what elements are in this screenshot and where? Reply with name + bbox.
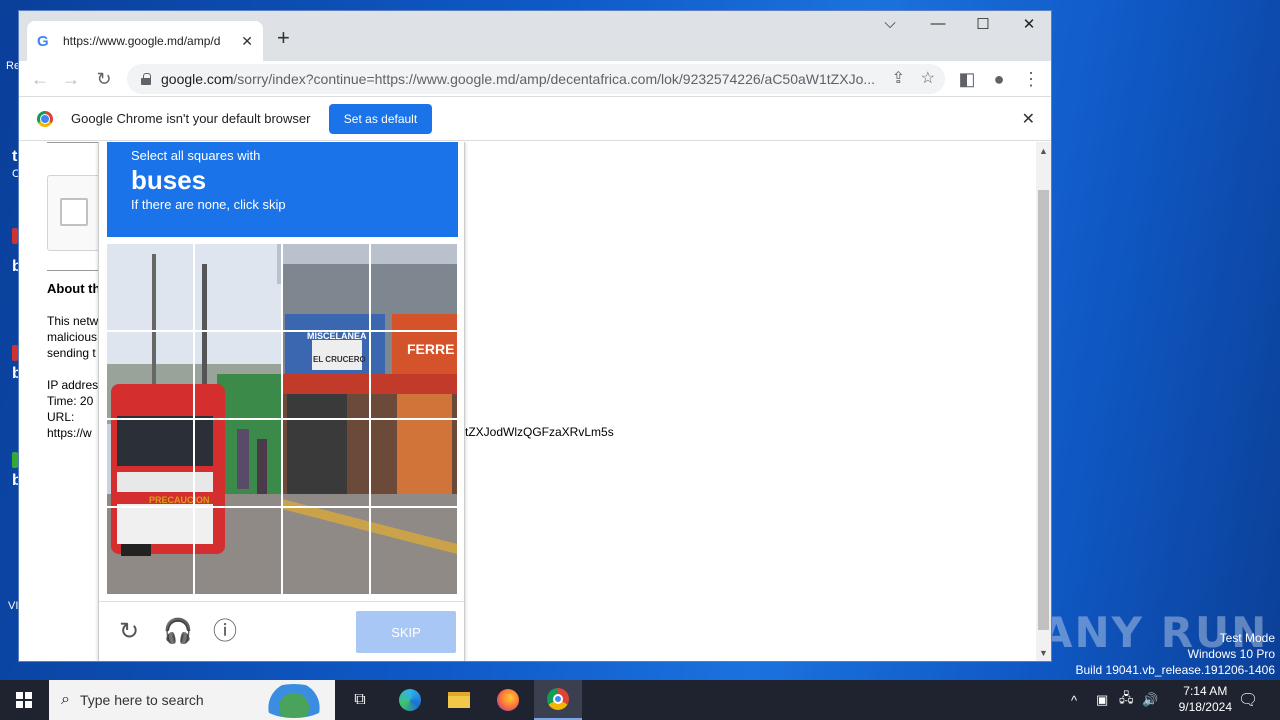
url-value-start: https://w — [47, 426, 92, 440]
firefox-icon[interactable] — [484, 680, 532, 720]
grid-tile[interactable] — [195, 420, 281, 506]
browser-toolbar: ← → ↻ google.com/sorry/index?continue=ht… — [19, 61, 1051, 97]
time-label: Time: 20 — [47, 394, 94, 408]
volume-icon[interactable]: 🔊 — [1142, 680, 1158, 720]
forward-button[interactable]: → — [59, 67, 83, 91]
side-panel-icon[interactable]: ◧ — [955, 67, 979, 91]
bookmark-star-icon[interactable]: ☆ — [921, 68, 935, 88]
google-favicon-icon: G — [37, 32, 49, 50]
grid-tile[interactable] — [107, 332, 193, 418]
grid-tile[interactable] — [107, 244, 193, 330]
grid-tile[interactable] — [107, 420, 193, 506]
file-explorer-icon[interactable] — [435, 680, 483, 720]
about-heading: About th — [47, 281, 101, 296]
infobar-message: Google Chrome isn't your default browser — [71, 111, 311, 126]
network-icon[interactable]: 🖧 — [1119, 680, 1134, 720]
grid-tile[interactable] — [283, 244, 369, 330]
watermark-edition: Windows 10 Pro — [1187, 647, 1275, 661]
close-window-button[interactable]: ✕ — [1014, 15, 1044, 33]
grid-tile[interactable] — [195, 332, 281, 418]
url-path: /sorry/index?continue=https://www.google… — [233, 71, 875, 87]
windows-logo-icon — [16, 692, 32, 708]
taskbar-search-box[interactable]: ⌕ Type here to search — [49, 680, 335, 720]
menu-kebab-icon[interactable]: ⋮ — [1019, 67, 1043, 91]
windows-taskbar: ⌕ Type here to search ⧉ ^ ▣ 🖧 🔊 7:14 AM … — [0, 680, 1280, 720]
taskbar-clock[interactable]: 7:14 AM 9/18/2024 — [1179, 683, 1232, 715]
challenge-target: buses — [131, 165, 207, 195]
about-paragraph-line: malicious — [47, 330, 98, 344]
reload-button[interactable]: ↻ — [92, 67, 116, 91]
scroll-down-arrow-icon[interactable]: ▼ — [1039, 648, 1048, 658]
skip-button[interactable]: SKIP — [356, 611, 456, 653]
grid-tile[interactable] — [371, 420, 457, 506]
tab-title: https://www.google.md/amp/d — [63, 34, 221, 48]
grid-tile[interactable] — [371, 508, 457, 594]
windows-watermark: Test Mode Windows 10 Pro Build 19041.vb_… — [1076, 630, 1276, 678]
edge-icon[interactable] — [386, 680, 434, 720]
infobar-close-icon[interactable]: ✕ — [1022, 109, 1035, 129]
search-highlight-illustration-icon — [259, 684, 329, 718]
chrome-logo-icon — [37, 111, 53, 127]
grid-tile[interactable] — [195, 244, 281, 330]
url-text[interactable]: google.com/sorry/index?continue=https://… — [161, 71, 875, 87]
url-domain: google.com — [161, 71, 234, 87]
show-hidden-icons-icon[interactable]: ^ — [1071, 680, 1077, 720]
new-tab-button[interactable]: + — [277, 25, 290, 51]
address-bar[interactable]: google.com/sorry/index?continue=https://… — [127, 64, 945, 94]
challenge-hint: If there are none, click skip — [131, 197, 286, 212]
url-value-tail: tZXJodWlzQGFzaXRvLm5s — [465, 425, 614, 439]
task-view-icon[interactable]: ⧉ — [336, 680, 384, 720]
search-icon: ⌕ — [61, 691, 70, 708]
reload-challenge-icon[interactable]: ↻ — [115, 618, 143, 646]
scrollbar-thumb[interactable] — [1038, 190, 1049, 630]
share-icon[interactable]: ⇪ — [892, 68, 905, 88]
grid-tile[interactable] — [371, 244, 457, 330]
info-icon[interactable]: ⓘ — [211, 618, 239, 646]
profile-avatar-icon[interactable]: ● — [987, 67, 1011, 91]
back-button[interactable]: ← — [28, 67, 52, 91]
title-bar: G https://www.google.md/amp/d ✕ + ⌵ — ☐ … — [19, 11, 1051, 61]
grid-tile[interactable] — [283, 508, 369, 594]
set-as-default-button[interactable]: Set as default — [329, 104, 432, 134]
challenge-header: Select all squares with buses If there a… — [107, 142, 458, 237]
default-browser-infobar: Google Chrome isn't your default browser… — [19, 97, 1051, 141]
chrome-taskbar-icon[interactable] — [534, 680, 582, 720]
grid-tile[interactable] — [371, 332, 457, 418]
watermark-build: Build 19041.vb_release.191206-1406 — [1075, 663, 1276, 677]
browser-tab[interactable]: G https://www.google.md/amp/d ✕ — [27, 21, 263, 61]
grid-tile[interactable] — [195, 508, 281, 594]
minimize-button[interactable]: — — [923, 15, 953, 32]
recaptcha-checkbox[interactable] — [60, 198, 88, 226]
lock-icon[interactable] — [141, 73, 151, 85]
device-icon[interactable]: ▣ — [1096, 680, 1108, 720]
scroll-up-arrow-icon[interactable]: ▲ — [1039, 146, 1048, 156]
challenge-grid — [107, 244, 457, 594]
url-label: URL: — [47, 410, 75, 424]
audio-challenge-icon[interactable]: 🎧 — [163, 618, 193, 646]
notifications-icon[interactable]: 🗨 — [1238, 680, 1258, 720]
recaptcha-challenge-popup: Select all squares with buses If there a… — [98, 142, 465, 661]
divider — [99, 601, 464, 602]
about-paragraph-line: This netw — [47, 314, 99, 328]
grid-tile[interactable] — [283, 420, 369, 506]
desktop-label-fragment: VI — [8, 600, 19, 612]
maximize-button[interactable]: ☐ — [968, 15, 998, 33]
chrome-window: G https://www.google.md/amp/d ✕ + ⌵ — ☐ … — [18, 10, 1052, 662]
grid-tile[interactable] — [107, 508, 193, 594]
desktop-icons-strip: Re t C b b b VI — [0, 0, 22, 680]
watermark-test-mode: Test Mode — [1219, 631, 1275, 645]
about-paragraph-line: sending t — [47, 346, 96, 360]
grid-tile[interactable] — [283, 332, 369, 418]
tab-search-chevron-icon[interactable]: ⌵ — [875, 15, 905, 32]
clock-time: 7:14 AM — [1183, 684, 1228, 698]
page-scrollbar[interactable]: ▲ ▼ — [1036, 142, 1051, 661]
clock-date: 9/18/2024 — [1178, 700, 1232, 714]
desktop-label-fragment: t — [12, 148, 18, 165]
challenge-instruction: Select all squares with — [131, 148, 261, 163]
start-button[interactable] — [0, 680, 48, 720]
page-content: About th This netw malicious sending t I… — [19, 142, 1037, 661]
tab-close-icon[interactable]: ✕ — [241, 33, 253, 50]
search-placeholder: Type here to search — [79, 692, 204, 708]
ip-address-label: IP addres — [47, 378, 99, 392]
